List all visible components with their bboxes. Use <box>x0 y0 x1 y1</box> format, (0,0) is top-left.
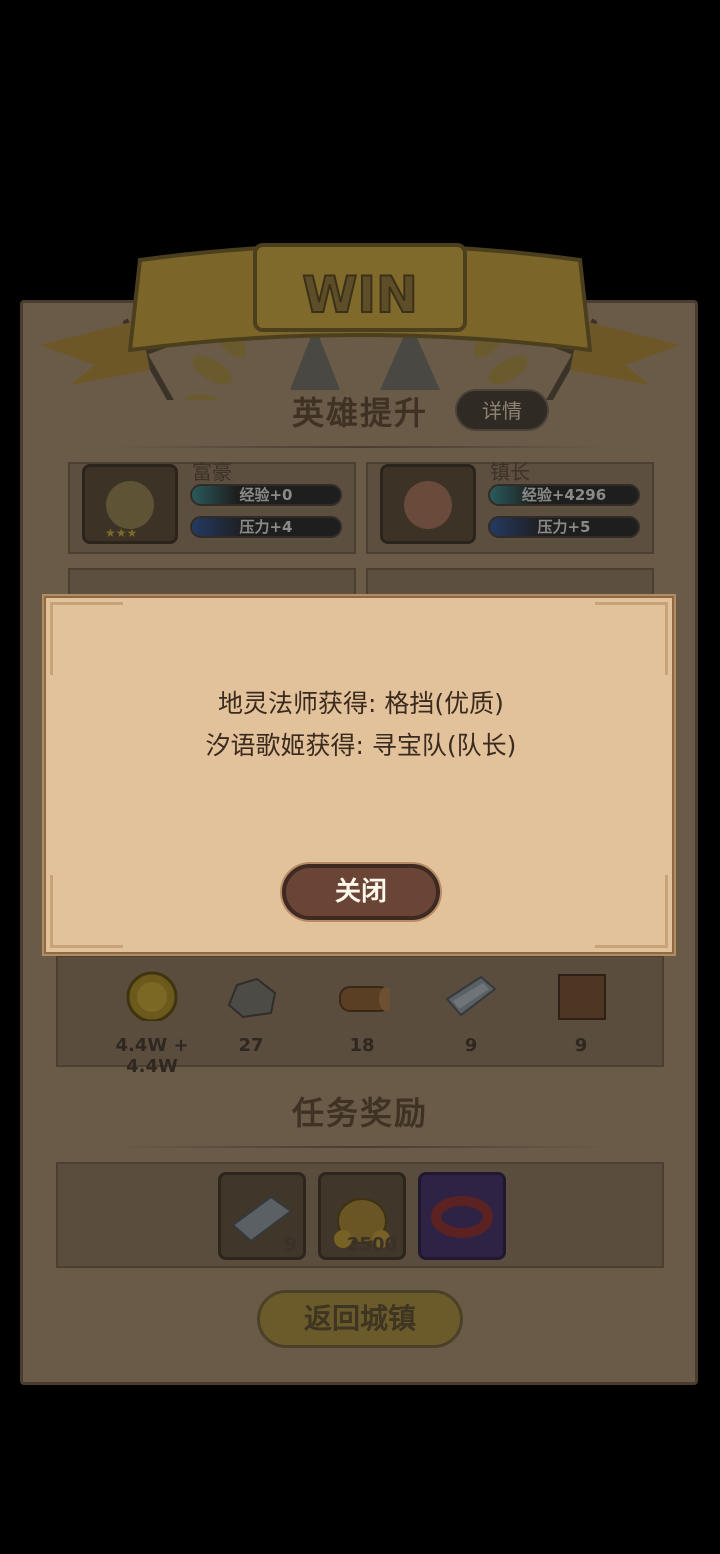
exp-bar: 经验+0 <box>190 484 342 506</box>
wood-log-icon <box>339 986 393 1012</box>
hero-name: 富豪 <box>192 460 232 484</box>
exp-bar: 经验+4296 <box>488 484 640 506</box>
task-section-title: 任务奖励 <box>291 1094 428 1132</box>
iron-plate-icon <box>445 975 497 1017</box>
hero-section-title: 英雄提升 <box>291 394 428 432</box>
reward-count: 9 <box>464 1035 478 1056</box>
close-button[interactable]: 关闭 <box>282 864 440 920</box>
ornament-corner <box>595 602 668 675</box>
hero-card[interactable]: ★★★ 富豪 经验+0 压力+4 <box>68 460 356 554</box>
reward-item: 9 <box>426 971 516 1056</box>
reward-count: 18 <box>349 1035 375 1056</box>
reward-item: 27 <box>206 971 296 1056</box>
return-town-button[interactable]: 返回城镇 <box>257 1290 463 1348</box>
reward-count: 4.4W + 4.4W <box>115 1035 189 1077</box>
reward-item: 18 <box>317 971 407 1056</box>
hero-name: 镇长 <box>490 460 530 484</box>
divider <box>110 446 610 448</box>
reward-item: 9 <box>536 971 626 1056</box>
hero-card[interactable]: 镇长 经验+4296 压力+5 <box>366 460 654 554</box>
red-belt-icon <box>431 1196 493 1238</box>
ornament-corner <box>50 875 123 948</box>
task-reward-count: 9 <box>284 1234 297 1255</box>
task-reward-slot[interactable]: 9 <box>218 1172 306 1260</box>
gold-coin-icon <box>126 971 178 1023</box>
ornament-corner <box>595 875 668 948</box>
resource-rewards: 4.4W + 4.4W 27 18 9 9 <box>56 955 664 1077</box>
task-reward-count: 2500 <box>346 1234 397 1255</box>
detail-button[interactable]: 详情 <box>455 389 549 431</box>
reward-item: 4.4W + 4.4W <box>96 971 208 1077</box>
win-banner: WIN <box>40 243 680 400</box>
hero-portrait-avatar: ★★★ <box>82 464 178 544</box>
divider <box>110 1146 610 1148</box>
pressure-bar: 压力+5 <box>488 516 640 538</box>
svg-text:★★★: ★★★ <box>105 526 137 540</box>
stone-icon <box>227 977 277 1019</box>
reward-count: 27 <box>238 1035 264 1056</box>
win-title: WIN <box>302 266 418 324</box>
popup-message-line: 汐语歌姬获得: 寻宝队(队长) <box>205 731 517 760</box>
ornament-corner <box>50 602 123 675</box>
popup-message-line: 地灵法师获得: 格挡(优质) <box>218 689 504 718</box>
task-rewards: 9 2500 <box>56 1162 664 1268</box>
task-reward-slot[interactable]: 2500 <box>318 1172 406 1260</box>
reward-count: 9 <box>574 1035 588 1056</box>
reward-popup: 地灵法师获得: 格挡(优质) 汐语歌姬获得: 寻宝队(队长) 关闭 <box>42 594 676 956</box>
pressure-bar: 压力+4 <box>190 516 342 538</box>
hero-portrait-avatar <box>380 464 476 544</box>
task-reward-slot[interactable] <box>418 1172 506 1260</box>
leather-icon <box>558 974 606 1020</box>
